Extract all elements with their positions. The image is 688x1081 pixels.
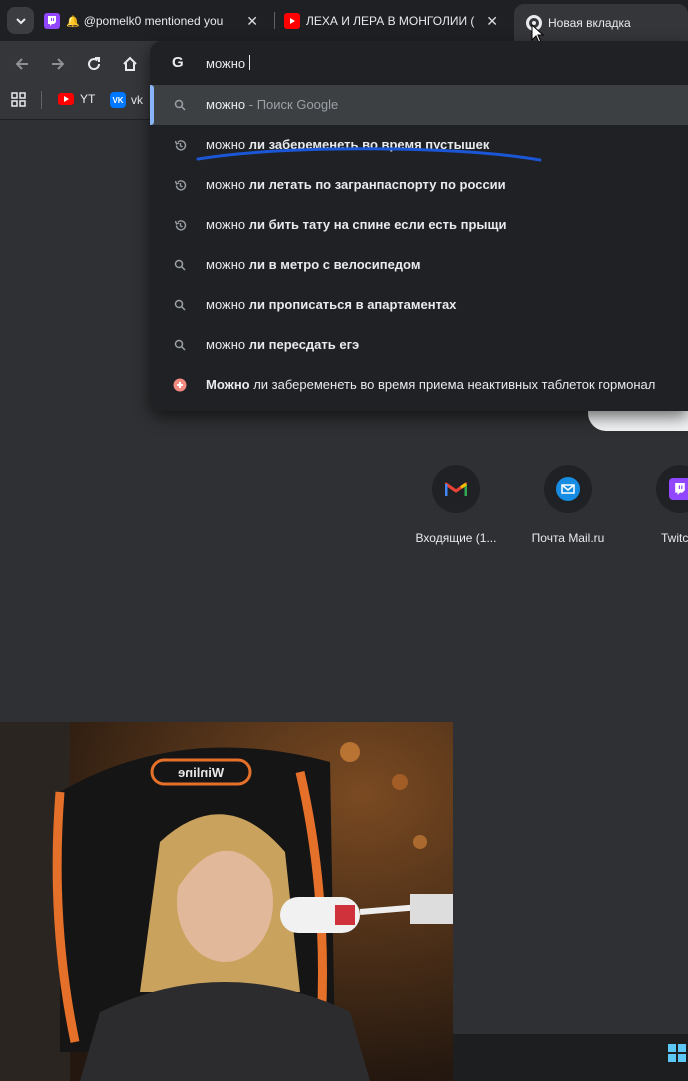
suggestion-query: можно	[206, 97, 246, 112]
shortcut-mail-ru[interactable]: Почта Mail.ru	[520, 465, 616, 545]
suggestion-item[interactable]: можно ли в метро с велосипедом	[150, 245, 688, 285]
tab-title: Новая вкладка	[548, 15, 631, 30]
bookmarks-divider	[41, 91, 42, 109]
suggestion-completion: Можно	[206, 377, 250, 392]
suggestion-prefix: можно	[206, 177, 249, 192]
text-caret	[249, 55, 251, 70]
suggestion-suffix: ли забеременеть во время приема неактивн…	[249, 377, 656, 392]
vk-icon: VK	[110, 92, 126, 108]
twitch-icon	[44, 13, 60, 29]
forward-button[interactable]	[46, 52, 70, 76]
shortcut-label: Twitc	[661, 531, 688, 545]
taskbar	[453, 1034, 688, 1081]
bookmark-yt[interactable]: YT	[58, 92, 95, 106]
webcam-overlay: Winline	[0, 722, 453, 1081]
tab-twitch-mention[interactable]: 🔔 @pomelk0 mentioned you ✕	[44, 3, 272, 39]
tab-separator	[274, 12, 275, 29]
tab-title: @pomelk0 mentioned you	[83, 14, 224, 28]
suggestion-prefix: можно	[206, 217, 249, 232]
history-icon	[172, 177, 188, 193]
reload-icon	[88, 57, 101, 71]
suggestion-item[interactable]: Можно ли забеременеть во время приема не…	[150, 365, 688, 405]
suggestion-item[interactable]: можно ли бить тату на спине если есть пр…	[150, 205, 688, 245]
suggestion-completion: ли пересдать егэ	[248, 337, 360, 352]
suggestion-prefix: можно	[206, 337, 249, 352]
back-arrow-icon	[15, 58, 28, 70]
shortcut-twitch[interactable]: Twitc	[632, 465, 688, 545]
shortcut-label: Почта Mail.ru	[531, 531, 605, 545]
suggestion-prefix: можно	[206, 257, 249, 272]
bookmark-label: vk	[131, 93, 143, 107]
suggestion-completion: ли в метро с велосипедом	[248, 257, 421, 272]
search-icon	[172, 257, 188, 273]
chevron-down-icon	[15, 17, 26, 24]
tab-search-button[interactable]	[7, 7, 34, 34]
forward-arrow-icon	[52, 58, 65, 70]
tab-title: ЛЕХА И ЛЕРА В МОНГОЛИИ (	[306, 14, 475, 28]
youtube-icon	[58, 93, 74, 105]
search-icon	[172, 337, 188, 353]
tab-close-button[interactable]: ✕	[246, 13, 258, 29]
suggestion-item[interactable]: можно - Поиск Google	[150, 85, 688, 125]
home-button[interactable]	[118, 52, 142, 76]
webcam-scene: Winline	[0, 722, 453, 1081]
suggestion-item[interactable]: можно ли пересдать егэ	[150, 325, 688, 365]
apps-button[interactable]	[11, 92, 26, 107]
reload-button[interactable]	[82, 52, 106, 76]
suggestion-item[interactable]: можно ли прописаться в апартаментах	[150, 285, 688, 325]
shortcut-label: Входящие (1...	[415, 531, 497, 545]
mail-icon	[544, 465, 592, 513]
suggestion-suffix: - Поиск Google	[245, 97, 339, 112]
shortcut-gmail[interactable]: Входящие (1...	[408, 465, 504, 545]
bookmark-label: YT	[80, 92, 96, 106]
gmail-icon	[432, 465, 480, 513]
search-icon	[172, 97, 188, 113]
omnibox[interactable]: G можно	[150, 44, 688, 82]
site-icon	[172, 377, 188, 393]
apps-grid-icon	[11, 92, 26, 107]
youtube-icon	[284, 13, 300, 29]
home-icon	[123, 56, 137, 71]
chair-brand-text: Winline	[178, 765, 224, 780]
tab-close-button[interactable]: ✕	[486, 13, 498, 29]
bookmark-vk[interactable]: VK vk	[110, 92, 143, 108]
history-icon	[172, 137, 188, 153]
bell-icon: 🔔	[66, 15, 80, 28]
suggestion-item[interactable]: можно ли летать по загранпаспорту по рос…	[150, 165, 688, 205]
back-button[interactable]	[10, 52, 34, 76]
suggestion-prefix: можно	[206, 297, 249, 312]
suggestion-completion: ли бить тату на спине если есть прыщи	[248, 217, 507, 232]
search-icon	[172, 297, 188, 313]
handdrawn-underline	[196, 147, 542, 162]
google-g-icon: G	[172, 54, 184, 71]
suggestion-completion: ли прописаться в апартаментах	[248, 297, 457, 312]
suggestion-completion: ли летать по загранпаспорту по россии	[248, 177, 506, 192]
tab-youtube-video[interactable]: ЛЕХА И ЛЕРА В МОНГОЛИИ ( ✕	[284, 3, 506, 39]
windows-start-icon[interactable]	[668, 1044, 688, 1062]
twitch-icon	[656, 465, 688, 513]
history-icon	[172, 217, 188, 233]
omnibox-input: можно	[206, 55, 251, 71]
